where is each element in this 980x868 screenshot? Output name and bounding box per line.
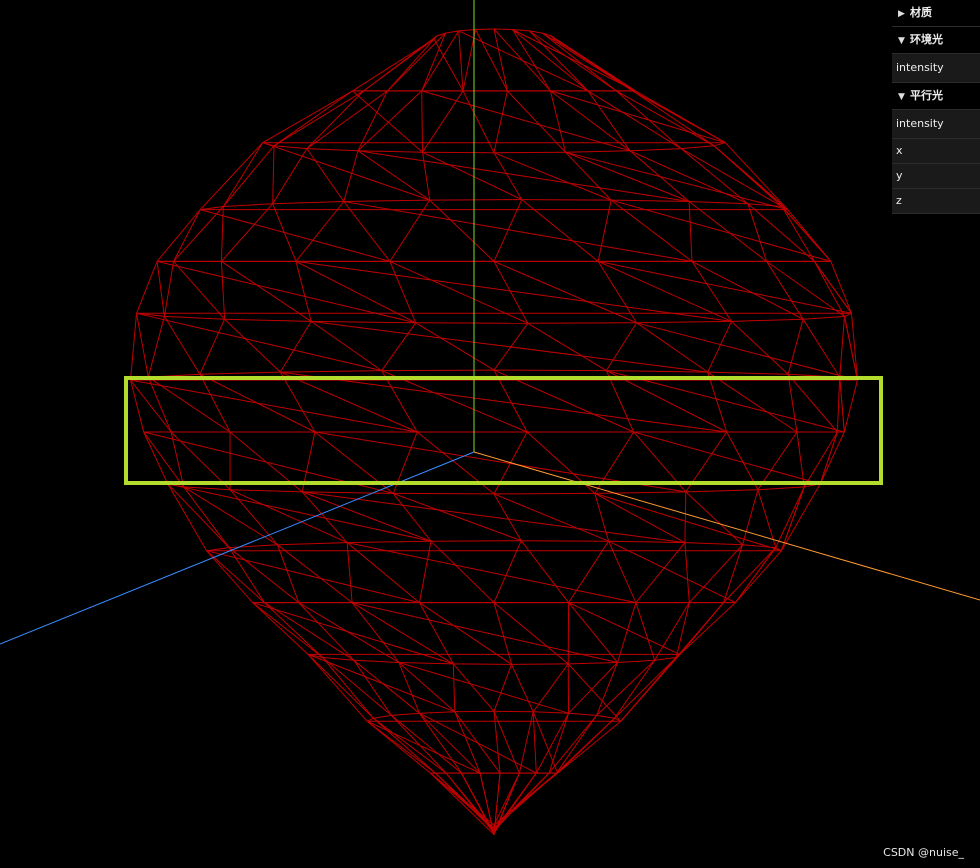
axis-z-line <box>0 451 475 645</box>
folder-title-directional-light: 平行光 <box>910 89 943 102</box>
folder-directional-light[interactable]: ▼ 平行光 <box>892 83 980 110</box>
folder-title-ambient-light: 环境光 <box>910 33 943 46</box>
directional-x-control[interactable]: x <box>892 139 980 164</box>
directional-intensity-label: intensity <box>896 117 944 130</box>
chevron-right-icon: ▶ <box>898 9 905 19</box>
directional-y-label: y <box>896 169 903 182</box>
folder-material[interactable]: ▶ 材质 <box>892 0 980 27</box>
directional-z-label: z <box>896 194 902 207</box>
directional-x-label: x <box>896 144 903 157</box>
directional-y-control[interactable]: y <box>892 164 980 189</box>
chevron-down-icon: ▼ <box>898 92 905 102</box>
chevron-down-icon: ▼ <box>898 36 905 46</box>
watermark-text: CSDN @nuise_ <box>883 846 964 859</box>
folder-ambient-light[interactable]: ▼ 环境光 <box>892 27 980 54</box>
folder-title-material: 材质 <box>910 6 932 19</box>
egg-wireframe-mesh <box>130 28 858 836</box>
3d-viewport[interactable] <box>0 0 980 868</box>
ambient-intensity-control[interactable]: intensity <box>892 54 980 83</box>
directional-z-control[interactable]: z <box>892 189 980 214</box>
ambient-intensity-label: intensity <box>896 61 944 74</box>
control-panel: ▶ 材质 ▼ 环境光 intensity ▼ 平行光 intensity x y z <box>892 0 980 214</box>
directional-intensity-control[interactable]: intensity <box>892 110 980 139</box>
